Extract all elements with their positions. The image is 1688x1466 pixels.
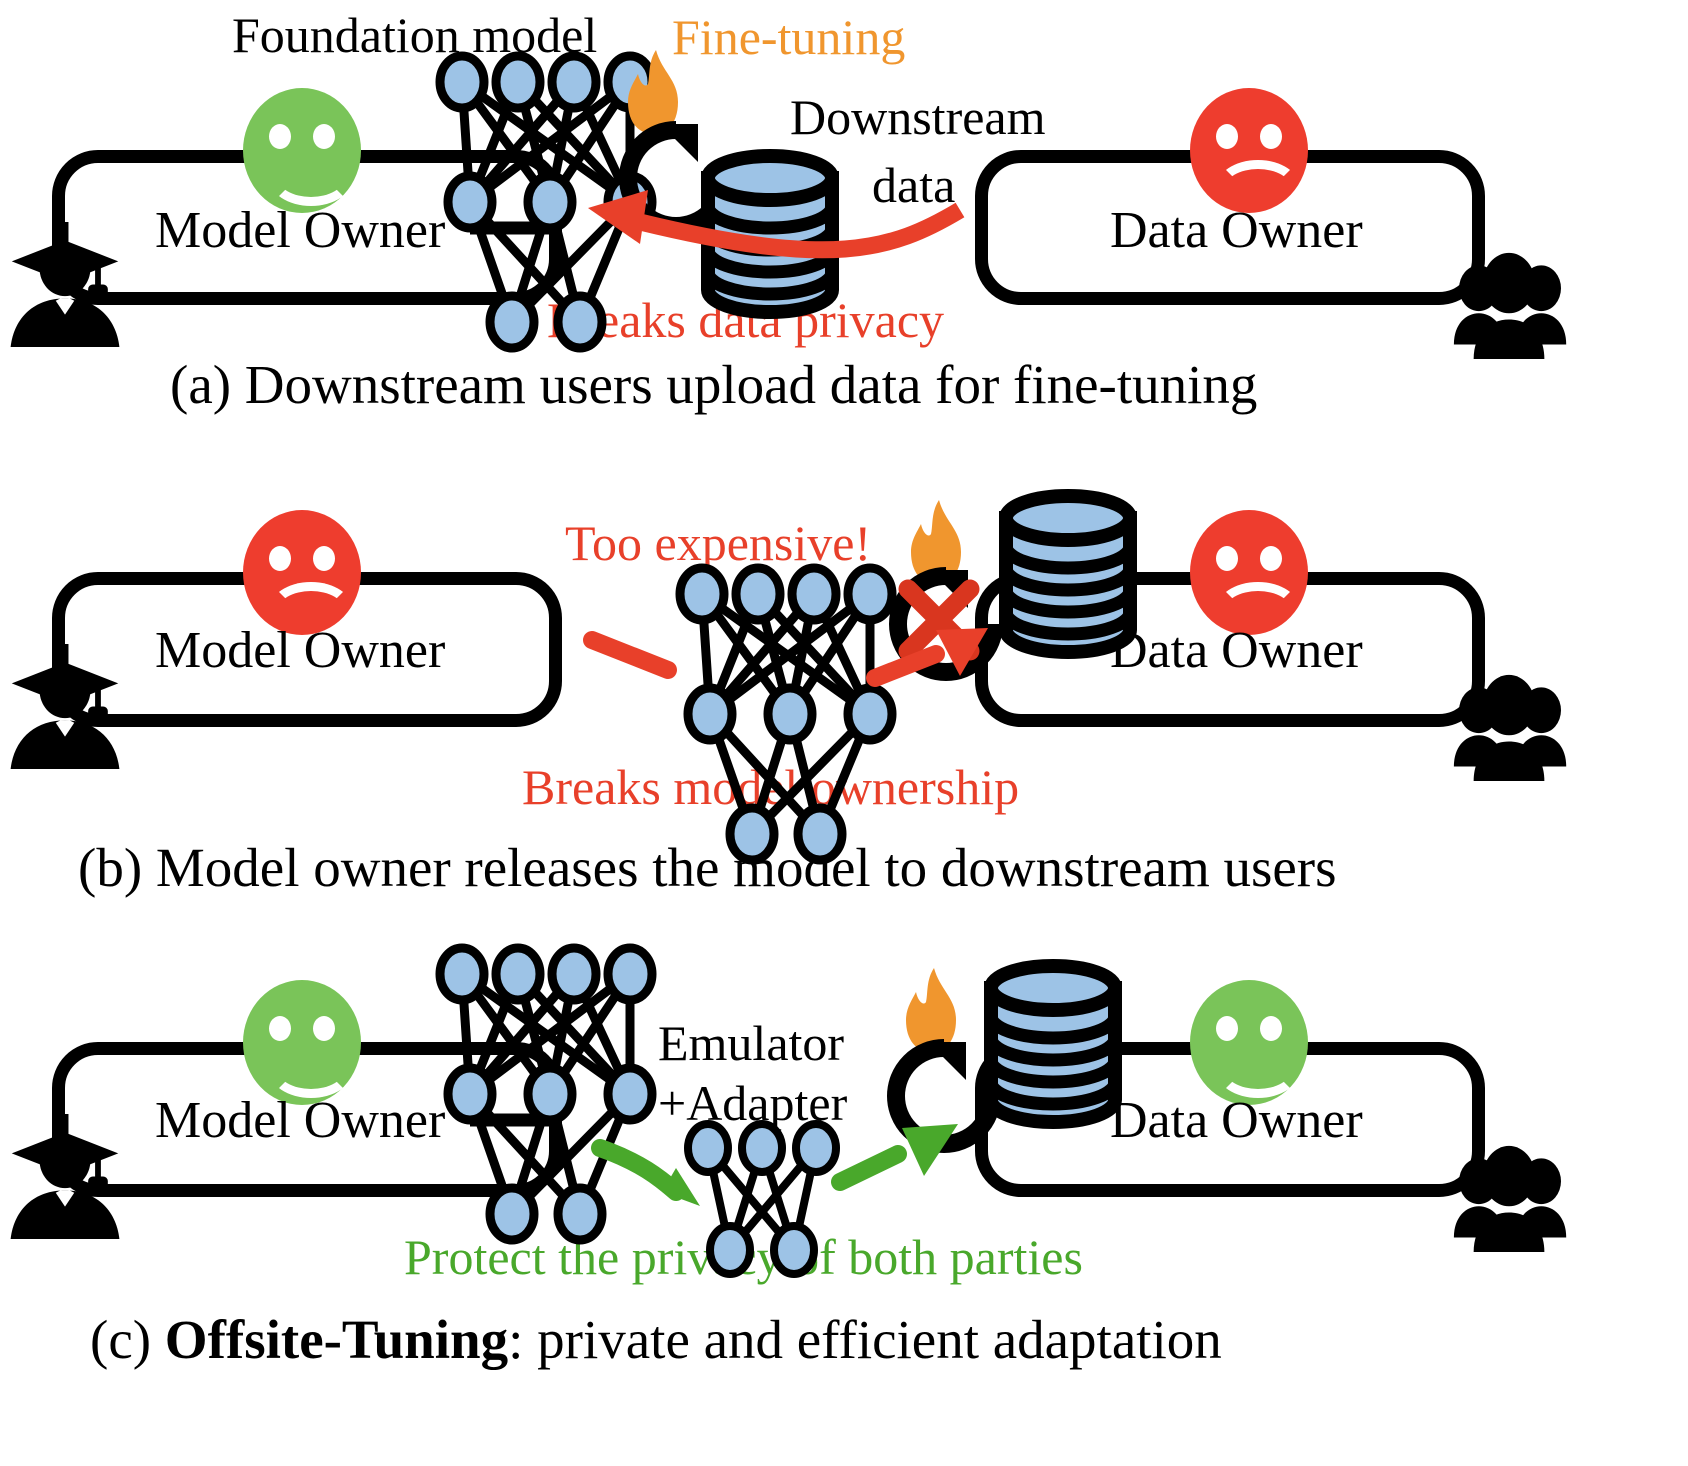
emulator-label-line2: +Adapter — [658, 1075, 848, 1131]
model-owner-label-c: Model Owner — [155, 1092, 446, 1149]
emulator-label-line1: Emulator — [658, 1015, 845, 1071]
panel-c: Emulator +Adapter Model Owner Data Owner… — [0, 930, 1688, 1466]
data-owner-smiley-sad-a — [1190, 88, 1308, 213]
user-group-icon — [1450, 252, 1568, 365]
user-group-icon — [1450, 674, 1568, 787]
graduate-icon — [6, 1114, 124, 1239]
panel-c-caption-bold: Offsite-Tuning — [164, 1309, 509, 1370]
data-owner-label-a: Data Owner — [1110, 202, 1363, 259]
downstream-data-label-line2: data — [872, 157, 956, 213]
panel-c-caption-rest: : private and efficient adaptation — [508, 1309, 1222, 1370]
verdict-label-c: Protect the privacy of both parties — [404, 1229, 1083, 1285]
model-owner-label-b: Model Owner — [155, 622, 446, 679]
downstream-data-label-line1: Downstream — [790, 89, 1046, 145]
panel-a: Foundation model Fine-tuning Downstream … — [0, 0, 1688, 420]
graduate-icon — [6, 222, 124, 347]
panel-a-caption: (a) Downstream users upload data for fin… — [170, 354, 1258, 415]
verdict-label-a: Breaks data privacy — [547, 292, 945, 348]
model-owner-smiley-happy-a — [243, 88, 361, 213]
data-owner-smiley-sad-b — [1190, 510, 1308, 635]
user-group-icon — [1450, 1145, 1568, 1258]
foundation-model-label: Foundation model — [232, 7, 598, 63]
verdict-label-b: Breaks model ownership — [522, 759, 1020, 815]
data-owner-smiley-happy-c — [1190, 980, 1308, 1105]
model-owner-smiley-sad-b — [243, 510, 361, 635]
figure-root: Foundation model Fine-tuning Downstream … — [0, 0, 1688, 1466]
panel-c-caption: (c) Offsite-Tuning: private and efficien… — [90, 1312, 1222, 1367]
data-owner-label-c: Data Owner — [1110, 1092, 1363, 1149]
model-owner-label-a: Model Owner — [155, 202, 446, 259]
model-owner-smiley-happy-c — [243, 980, 361, 1105]
panel-c-caption-prefix: (c) — [90, 1309, 165, 1370]
panel-b: Too expensive! Model Owner Data Owner Br… — [0, 440, 1688, 910]
too-expensive-label: Too expensive! — [565, 515, 872, 571]
graduate-icon — [6, 644, 124, 769]
panel-b-caption: (b) Model owner releases the model to do… — [78, 837, 1337, 898]
data-owner-label-b: Data Owner — [1110, 622, 1363, 679]
fine-tuning-label: Fine-tuning — [672, 9, 906, 65]
